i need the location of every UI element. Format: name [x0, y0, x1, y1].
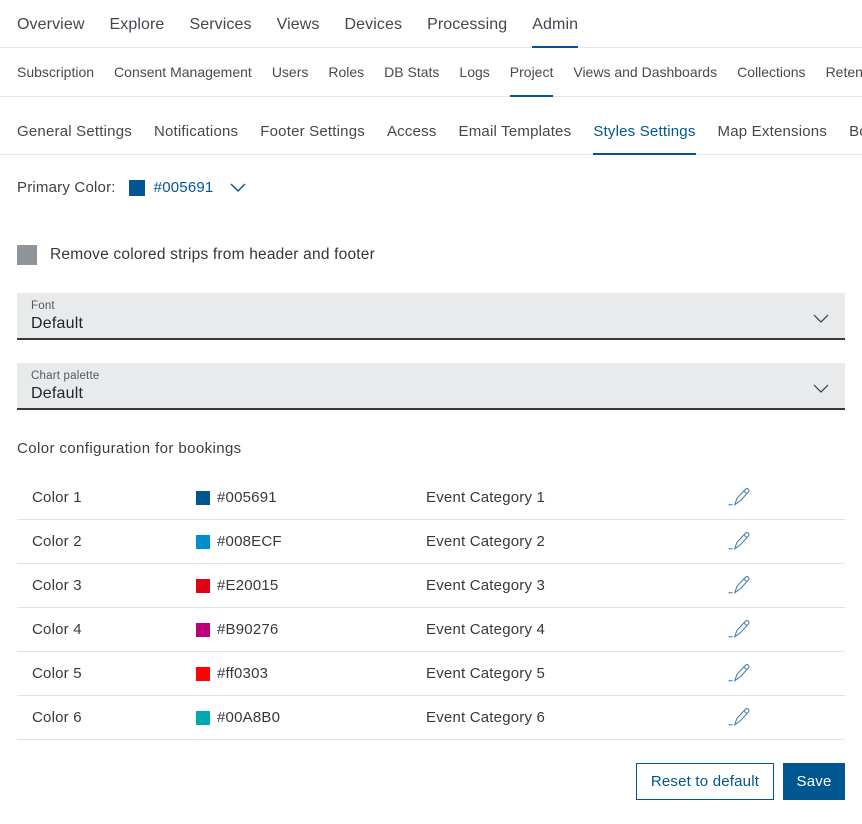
color-name: Color 1: [32, 489, 196, 506]
nav-explore[interactable]: Explore: [109, 16, 164, 48]
color-hex-value: #ff0303: [217, 665, 268, 682]
tab-consent-management[interactable]: Consent Management: [114, 64, 252, 97]
remove-strips-checkbox[interactable]: [17, 245, 37, 265]
pencil-icon: [727, 662, 751, 685]
nav-devices[interactable]: Devices: [344, 16, 402, 48]
bookings-heading: Color configuration for bookings: [17, 440, 845, 457]
color-name: Color 3: [32, 577, 196, 594]
tab-styles-settings[interactable]: Styles Settings: [593, 123, 695, 155]
pencil-icon: [727, 618, 751, 641]
color-name: Color 4: [32, 621, 196, 638]
pencil-icon: [727, 486, 751, 509]
event-category-label: Event Category 1: [426, 489, 727, 506]
primary-color-label: Primary Color:: [17, 179, 116, 196]
table-row-color-2: Color 2 #008ECF Event Category 2: [17, 520, 845, 564]
color-configuration-table: Color 1 #005691 Event Category 1 Color 2…: [17, 476, 845, 740]
event-category-label: Event Category 5: [426, 665, 727, 682]
color-name: Color 6: [32, 709, 196, 726]
edit-color-button[interactable]: [727, 706, 751, 729]
edit-color-button[interactable]: [727, 486, 751, 509]
tab-subscription[interactable]: Subscription: [17, 64, 94, 97]
chevron-down-icon[interactable]: [813, 380, 829, 398]
primary-color-swatch[interactable]: [129, 180, 145, 196]
project-nav: General Settings Notifications Footer Se…: [0, 97, 862, 155]
admin-nav: Subscription Consent Management Users Ro…: [0, 48, 862, 97]
pencil-icon: [727, 530, 751, 553]
color-hex-value: #B90276: [217, 621, 278, 638]
nav-services[interactable]: Services: [189, 16, 251, 48]
tab-bosch-io[interactable]: Bosch Io: [849, 123, 862, 155]
color-name: Color 2: [32, 533, 196, 550]
save-button[interactable]: Save: [783, 763, 845, 800]
font-select-value: Default: [31, 315, 831, 333]
table-row-color-3: Color 3 #E20015 Event Category 3: [17, 564, 845, 608]
tab-users[interactable]: Users: [272, 64, 309, 97]
chevron-down-icon[interactable]: [230, 183, 246, 192]
nav-views[interactable]: Views: [277, 16, 320, 48]
tab-logs[interactable]: Logs: [459, 64, 489, 97]
nav-overview[interactable]: Overview: [17, 16, 84, 48]
table-row-color-5: Color 5 #ff0303 Event Category 5: [17, 652, 845, 696]
nav-processing[interactable]: Processing: [427, 16, 507, 48]
edit-color-button[interactable]: [727, 530, 751, 553]
tab-collections[interactable]: Collections: [737, 64, 805, 97]
tab-footer-settings[interactable]: Footer Settings: [260, 123, 365, 155]
edit-color-button[interactable]: [727, 618, 751, 641]
tab-email-templates[interactable]: Email Templates: [459, 123, 572, 155]
edit-color-button[interactable]: [727, 574, 751, 597]
reset-to-default-button[interactable]: Reset to default: [636, 763, 774, 800]
chevron-down-icon[interactable]: [813, 310, 829, 328]
color-swatch: [196, 711, 210, 725]
chart-palette-label: Chart palette: [31, 370, 831, 382]
tab-map-extensions[interactable]: Map Extensions: [718, 123, 828, 155]
event-category-label: Event Category 4: [426, 621, 727, 638]
color-swatch: [196, 535, 210, 549]
chart-palette-select[interactable]: Chart palette Default: [17, 363, 845, 410]
color-hex-value: #E20015: [217, 577, 278, 594]
remove-strips-row: Remove colored strips from header and fo…: [17, 245, 845, 265]
styles-settings-panel: Primary Color: #005691 Remove colored st…: [0, 179, 862, 800]
pencil-icon: [727, 574, 751, 597]
edit-color-button[interactable]: [727, 662, 751, 685]
event-category-label: Event Category 6: [426, 709, 727, 726]
primary-color-row: Primary Color: #005691: [17, 179, 845, 196]
tab-views-and-dashboards[interactable]: Views and Dashboards: [573, 64, 717, 97]
table-row-color-4: Color 4 #B90276 Event Category 4: [17, 608, 845, 652]
primary-nav: Overview Explore Services Views Devices …: [0, 0, 862, 48]
color-swatch: [196, 491, 210, 505]
color-hex-value: #008ECF: [217, 533, 282, 550]
color-swatch: [196, 623, 210, 637]
tab-project[interactable]: Project: [510, 64, 554, 97]
tab-roles[interactable]: Roles: [328, 64, 364, 97]
pencil-icon: [727, 706, 751, 729]
tab-notifications[interactable]: Notifications: [154, 123, 238, 155]
tab-access[interactable]: Access: [387, 123, 437, 155]
tab-db-stats[interactable]: DB Stats: [384, 64, 439, 97]
tab-general-settings[interactable]: General Settings: [17, 123, 132, 155]
nav-admin[interactable]: Admin: [532, 16, 578, 48]
color-hex-value: #005691: [217, 489, 277, 506]
primary-color-value[interactable]: #005691: [154, 179, 214, 196]
event-category-label: Event Category 3: [426, 577, 727, 594]
color-swatch: [196, 579, 210, 593]
table-row-color-1: Color 1 #005691 Event Category 1: [17, 476, 845, 520]
remove-strips-label: Remove colored strips from header and fo…: [50, 246, 375, 264]
font-select[interactable]: Font Default: [17, 293, 845, 340]
color-swatch: [196, 667, 210, 681]
tab-retention[interactable]: Retention: [826, 64, 862, 97]
form-actions: Reset to default Save: [17, 763, 845, 800]
chart-palette-value: Default: [31, 385, 831, 403]
font-select-label: Font: [31, 300, 831, 312]
table-row-color-6: Color 6 #00A8B0 Event Category 6: [17, 696, 845, 740]
event-category-label: Event Category 2: [426, 533, 727, 550]
color-name: Color 5: [32, 665, 196, 682]
color-hex-value: #00A8B0: [217, 709, 280, 726]
